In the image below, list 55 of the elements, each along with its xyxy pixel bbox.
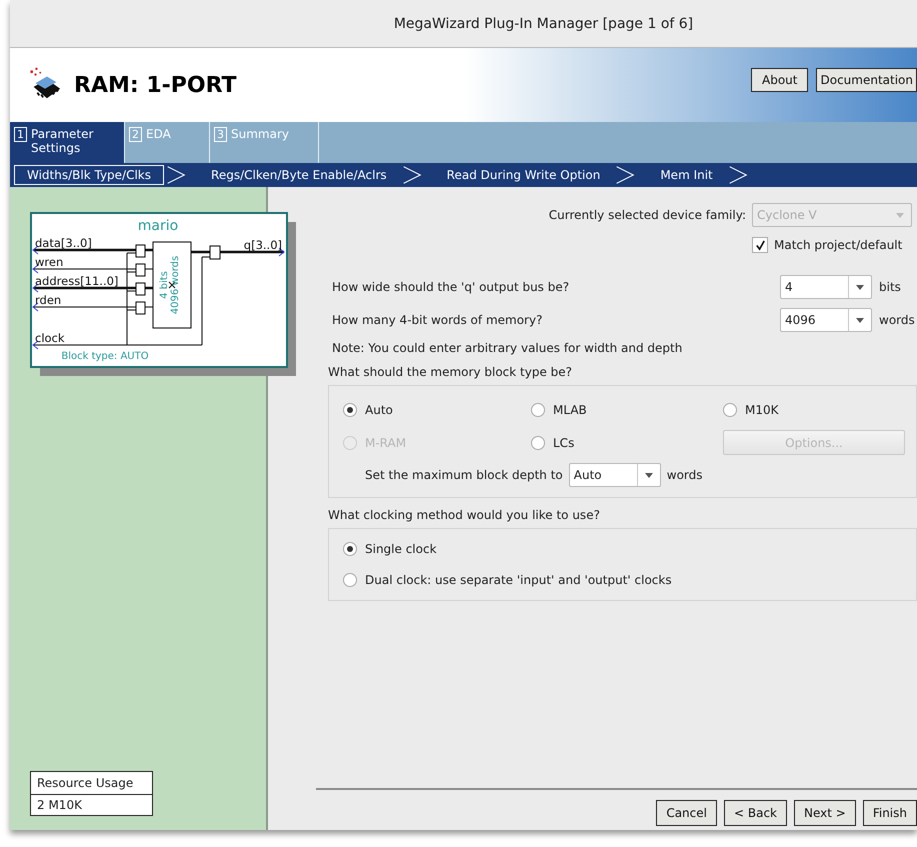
symbol-name: mario (138, 218, 178, 234)
radio-button[interactable]: MLAB (531, 398, 723, 422)
section-label: What should the memory block type be? (328, 365, 574, 379)
step-link[interactable]: Mem Init (647, 165, 726, 185)
tab-label: Summary (231, 127, 290, 141)
table-header: Resource Usage (31, 772, 152, 795)
tab-number: 2 (129, 127, 142, 142)
step-link[interactable]: Regs/Clken/Byte Enable/Aclrs (198, 165, 400, 185)
field-label: Currently selected device family: (548, 208, 746, 222)
dropdown[interactable]: Auto (568, 463, 661, 487)
radio-button[interactable]: LCs (531, 430, 723, 454)
tab-number: 3 (214, 127, 227, 142)
field-label: How many 4-bit words of memory? (332, 313, 544, 327)
header-button[interactable]: Documentation (816, 68, 917, 92)
checkmark-icon (754, 240, 766, 250)
port-label: data[3..0] (35, 236, 92, 250)
header-button[interactable]: About (751, 68, 808, 92)
note-text: Note: You could enter arbitrary values for width and depth (331, 341, 684, 355)
step-link[interactable]: Read During Write Option (434, 165, 614, 185)
dropdown[interactable]: 4096 (780, 308, 872, 332)
step-link[interactable]: Widths/Blk Type/Clks (14, 165, 164, 185)
block-depth-label: 4096 words (170, 256, 181, 314)
chevron-icon (402, 164, 422, 186)
block-type-label: Block type: AUTO (61, 351, 149, 362)
footer-button[interactable]: < Back (724, 800, 787, 826)
block-width-label: 4 bits (159, 271, 170, 299)
table-cell-text: 2 M10K (36, 797, 83, 814)
port-label: rden (35, 293, 62, 307)
chevron-icon (728, 164, 748, 186)
unit-label: words (879, 313, 916, 327)
page-title: RAM: 1-PORT (74, 72, 238, 98)
chevron-icon (615, 164, 636, 186)
port-label: clock (35, 331, 65, 345)
dropdown[interactable]: 4 (780, 275, 872, 299)
tab-label: EDA (146, 127, 172, 141)
radio-button[interactable]: Auto (343, 398, 531, 422)
unit-label: words (666, 468, 702, 482)
unit-label: bits (879, 280, 902, 294)
tab-label: Parameter Settings (31, 127, 93, 155)
port-label: q[3..0] (244, 238, 282, 252)
field-label: Set the maximum block depth to (365, 468, 563, 482)
radio-button[interactable]: M10K (723, 398, 905, 422)
field-label: How wide should the 'q' output bus be? (332, 280, 570, 294)
tab[interactable]: 1 Parameter Settings (10, 122, 125, 163)
section-label: What clocking method would you like to use? (328, 508, 601, 522)
footer-button[interactable]: Cancel (656, 800, 717, 826)
chevron-icon (166, 164, 186, 186)
window-title: MegaWizard Plug-In Manager [page 1 of 6] (394, 16, 694, 32)
footer-button[interactable]: Next > (794, 800, 856, 826)
footer-button[interactable]: Finish (862, 800, 917, 826)
radio-button[interactable]: Dual clock: use separate 'input' and 'output' clocks (343, 568, 916, 592)
port-label: wren (35, 255, 64, 269)
port-label: address[11..0] (35, 274, 118, 288)
tab-number: 1 (14, 127, 27, 142)
radio-button[interactable]: Single clock (343, 537, 916, 561)
